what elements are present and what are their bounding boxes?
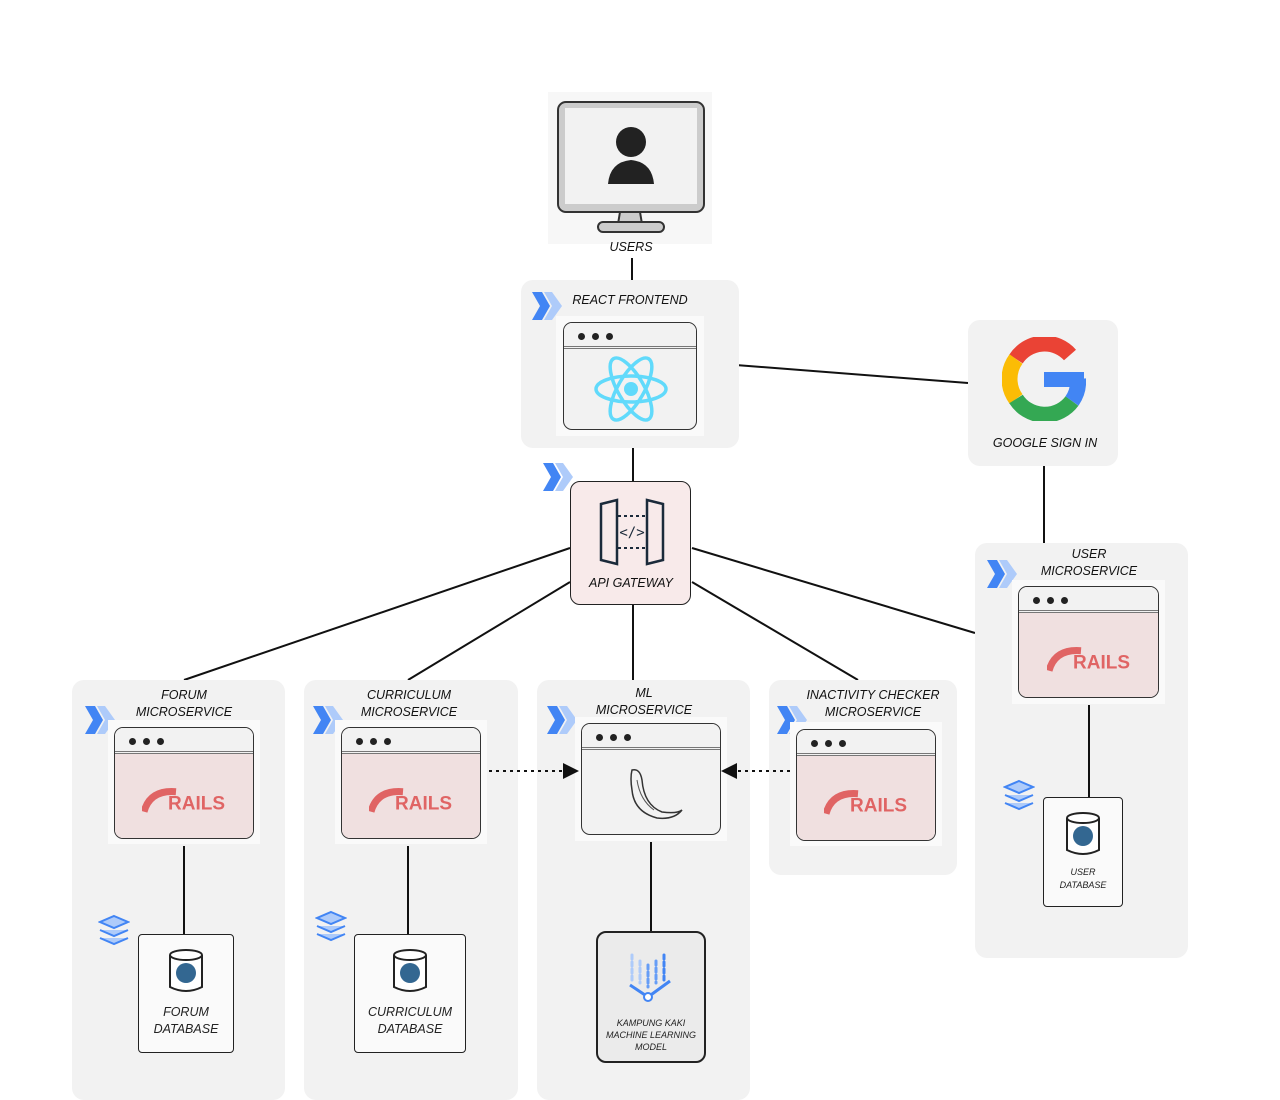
vertex-ai-icon <box>629 953 671 1002</box>
user-microservice-window[interactable]: RAILS <box>1018 586 1159 698</box>
api-gateway-label: API GATEWAY <box>588 576 674 590</box>
inactivity-checker-label: MICROSERVICE <box>824 705 922 719</box>
rails-icon: RAILS <box>822 790 908 821</box>
svg-text:</>: </> <box>619 525 644 541</box>
react-icon <box>594 356 668 422</box>
curriculum-microservice-window[interactable]: RAILS <box>341 727 481 839</box>
curriculum-database[interactable]: CURRICULUM DATABASE <box>354 934 466 1053</box>
user-monitor-icon <box>557 101 705 233</box>
inactivity-checker-window[interactable]: RAILS <box>796 729 936 841</box>
user-database[interactable]: USER DATABASE <box>1043 797 1123 907</box>
svg-text:RAILS: RAILS <box>168 794 225 814</box>
ml-microservice-window[interactable] <box>581 723 721 835</box>
postgres-icon <box>1066 812 1100 855</box>
rails-icon: RAILS <box>367 788 453 819</box>
postgres-icon <box>169 949 203 992</box>
forum-microservice-label: MICROSERVICE <box>135 705 233 719</box>
cloud-run-icon <box>547 706 577 734</box>
svg-text:RAILS: RAILS <box>850 796 907 816</box>
inactivity-checker-label: INACTIVITY CHECKER <box>806 688 940 702</box>
svg-text:RAILS: RAILS <box>1073 653 1130 673</box>
forum-microservice-label: FORUM <box>161 688 207 702</box>
users-label: USERS <box>609 240 653 254</box>
cloud-sql-icon <box>315 910 347 942</box>
forum-database[interactable]: FORUM DATABASE <box>138 934 234 1053</box>
api-gateway-node[interactable]: </> API GATEWAY <box>570 481 691 605</box>
user-microservice-label: MICROSERVICE <box>1040 564 1138 578</box>
ml-model-node[interactable]: KAMPUNG KAKI MACHINE LEARNING MODEL <box>596 931 706 1063</box>
forum-microservice-window[interactable]: RAILS <box>114 727 254 839</box>
api-gateway-icon: </> <box>599 498 665 566</box>
rails-icon: RAILS <box>140 788 226 819</box>
cloud-sql-icon <box>1003 779 1035 811</box>
react-frontend-label: REACT FRONTEND <box>572 293 688 307</box>
rails-icon: RAILS <box>1045 647 1131 678</box>
curriculum-microservice-label: CURRICULUM <box>366 688 452 702</box>
users-node <box>548 92 712 244</box>
postgres-icon <box>393 949 427 992</box>
flask-icon <box>630 768 683 820</box>
react-frontend-window[interactable] <box>563 322 697 430</box>
cloud-sql-icon <box>98 914 130 946</box>
user-microservice-label: USER <box>1071 547 1107 561</box>
curriculum-microservice-label: MICROSERVICE <box>360 705 458 719</box>
google-sign-in-label: GOOGLE SIGN IN <box>992 436 1098 450</box>
ml-microservice-label: ML <box>635 686 653 700</box>
svg-text:RAILS: RAILS <box>395 794 452 814</box>
google-icon <box>1002 337 1086 421</box>
